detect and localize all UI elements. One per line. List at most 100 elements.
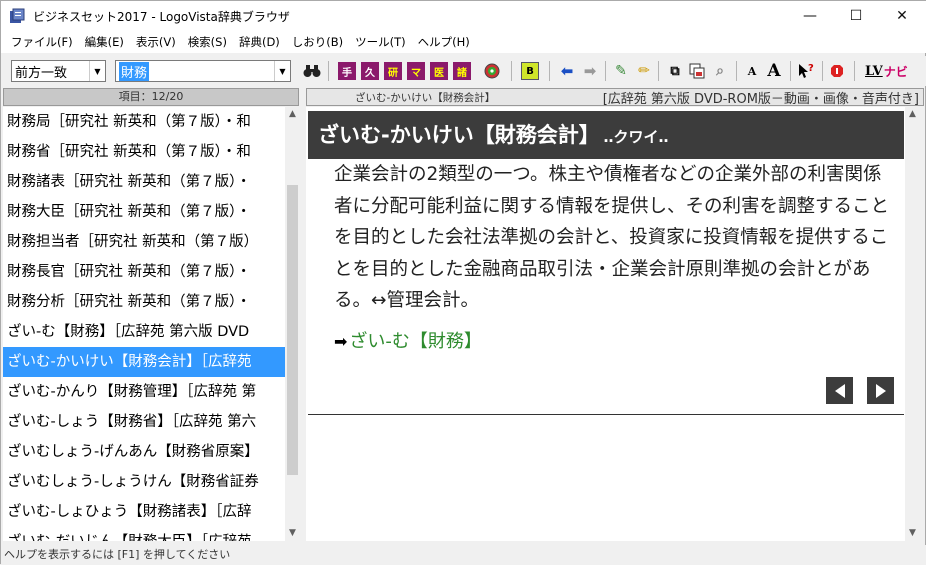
toolbar-separator — [854, 61, 855, 81]
scroll-down-icon[interactable]: ▼ — [905, 526, 920, 541]
list-item[interactable]: 財務分析［研究社 新英和（第７版）・ — [3, 287, 285, 317]
dictionary-label: [広辞苑 第六版 DVD-ROM版－動画・画像・音声付き] — [602, 92, 919, 107]
menu-bookmark[interactable]: しおり(B) — [286, 34, 349, 50]
menu-dictionary[interactable]: 辞典(D) — [233, 34, 286, 50]
headword: ざいむ-かいけい【財務会計】 — [318, 123, 600, 147]
list-item[interactable]: 財務担当者［研究社 新英和（第７版） — [3, 227, 285, 257]
maximize-icon: ☐ — [849, 8, 863, 24]
dict-button-6[interactable]: 諸 — [453, 62, 471, 80]
maximize-button[interactable]: ☐ — [833, 1, 879, 31]
dict-button-1[interactable]: 手 — [338, 62, 356, 80]
previous-entry-button[interactable] — [826, 377, 853, 404]
list-item[interactable]: 財務大臣［研究社 新英和（第７版）・ — [3, 197, 285, 227]
definition-text: 企業会計の2類型の一つ。株主や債権者などの企業外部の利害関係者に分配可能利益に関… — [334, 164, 890, 311]
copy-icon[interactable]: ⧉ — [666, 62, 684, 80]
minimize-icon: — — [803, 8, 817, 24]
headword-banner: ざいむ-かいけい【財務会計】 ‥クワイ‥ — [308, 111, 904, 159]
current-entry-label: ざいむ-かいけい【財務会計】 — [355, 92, 496, 104]
minimize-button[interactable]: — — [787, 1, 833, 31]
scroll-thumb[interactable] — [287, 185, 298, 475]
entry-content: ざいむ-かいけい【財務会計】 ‥クワイ‥ 企業会計の2類型の一つ。株主や債権者な… — [306, 107, 905, 541]
dict-button-5[interactable]: 医 — [430, 62, 448, 80]
close-button[interactable]: ✕ — [879, 1, 925, 31]
list-item[interactable]: ざいむ-だいじん【財務大臣】［広辞苑 — [3, 527, 285, 541]
list-item[interactable]: ざいむ-かんり【財務管理】［広辞苑 第 — [3, 377, 285, 407]
menu-file[interactable]: ファイル(F) — [5, 34, 79, 50]
binoculars-icon[interactable] — [303, 62, 321, 80]
search-mode-value: 前方一致 — [15, 65, 68, 81]
lv-label: LV — [865, 63, 883, 79]
content-scrollbar[interactable]: ▲ ▼ — [905, 107, 920, 541]
forward-arrow-icon[interactable]: ➡ — [581, 62, 599, 80]
triangle-left-icon — [834, 383, 845, 398]
close-icon: ✕ — [896, 8, 908, 24]
cross-reference-text: ざい-む【財務】 — [349, 331, 482, 352]
cross-reference-arrow-icon: ➡ — [334, 332, 348, 351]
status-bar: ヘルプを表示するには [F1] を押してください — [1, 545, 926, 565]
compass-icon[interactable] — [483, 62, 501, 80]
font-large-button[interactable]: A — [765, 61, 783, 81]
list-item[interactable]: 財務省［研究社 新英和（第７版）・和 — [3, 137, 285, 167]
scroll-down-icon[interactable]: ▼ — [285, 526, 300, 541]
toolbar: 前方一致 ▼ 財務 ▼ 手 久 研 マ 医 諸 B ⬅ ➡ ✎ ✏ ⧉ ⌕ A … — [1, 56, 926, 86]
toolbar-separator — [328, 61, 329, 81]
content-divider — [308, 414, 904, 415]
list-item[interactable]: ざいむ-かいけい【財務会計】［広辞苑 — [3, 347, 285, 377]
list-item[interactable]: ざいむしょう-げんあん【財務省原案】 — [3, 437, 285, 467]
chevron-down-icon[interactable]: ▼ — [274, 61, 290, 81]
menu-help[interactable]: ヘルプ(H) — [412, 34, 476, 50]
item-count-header: 項目：12/20 — [3, 88, 299, 106]
dict-button-2[interactable]: 久 — [361, 62, 379, 80]
list-item[interactable]: ざい-む【財務】［広辞苑 第六版 DVD — [3, 317, 285, 347]
entry-list-scrollbar[interactable]: ▲ ▼ — [285, 107, 300, 541]
scroll-up-icon[interactable]: ▲ — [285, 107, 300, 122]
menu-bar: ファイル(F) 編集(E) 表示(V) 検索(S) 辞典(D) しおり(B) ツ… — [1, 31, 926, 53]
list-item[interactable]: ざいむ-しょひょう【財務諸表】［広辞 — [3, 497, 285, 527]
dict-button-4[interactable]: マ — [407, 62, 425, 80]
toolbar-separator — [658, 61, 659, 81]
menu-search[interactable]: 検索(S) — [182, 34, 233, 50]
app-icon — [10, 8, 25, 23]
pencil-icon[interactable]: ✎ — [612, 62, 630, 80]
b-button[interactable]: B — [521, 62, 539, 80]
list-item[interactable]: ざいむしょう-しょうけん【財務省証券 — [3, 467, 285, 497]
cross-reference-link[interactable]: ➡ ざい-む【財務】 — [334, 327, 482, 353]
list-item[interactable]: 財務長官［研究社 新英和（第７版）・ — [3, 257, 285, 287]
entry-header-bar: ざいむ-かいけい【財務会計】 [広辞苑 第六版 DVD-ROM版－動画・画像・音… — [306, 88, 924, 107]
back-arrow-icon[interactable]: ⬅ — [558, 62, 576, 80]
triangle-right-icon — [875, 383, 886, 398]
stop-icon[interactable] — [828, 62, 846, 80]
menu-view[interactable]: 表示(V) — [130, 34, 182, 50]
headword-reading: ‥クワイ‥ — [603, 128, 669, 146]
toolbar-separator — [822, 61, 823, 81]
search-input-value: 財務 — [119, 61, 150, 81]
zoom-icon[interactable]: ⌕ — [711, 62, 729, 80]
image-copy-icon[interactable] — [688, 62, 706, 80]
help-pointer-icon[interactable]: ? — [797, 62, 815, 80]
font-small-button[interactable]: A — [743, 62, 761, 80]
toolbar-separator — [549, 61, 550, 81]
dict-button-3[interactable]: 研 — [384, 62, 402, 80]
scroll-up-icon[interactable]: ▲ — [905, 107, 920, 122]
list-item[interactable]: 財務諸表［研究社 新英和（第７版）・ — [3, 167, 285, 197]
highlighter-icon[interactable]: ✏ — [635, 62, 653, 80]
menu-tools[interactable]: ツール(T) — [349, 34, 412, 50]
list-item[interactable]: 財務局［研究社 新英和（第７版）・和 — [3, 107, 285, 137]
menu-edit[interactable]: 編集(E) — [79, 34, 130, 50]
svg-text:?: ? — [808, 63, 814, 74]
next-entry-button[interactable] — [867, 377, 894, 404]
toolbar-separator — [736, 61, 737, 81]
toolbar-separator — [790, 61, 791, 81]
search-mode-select[interactable]: 前方一致 ▼ — [11, 60, 106, 82]
entry-list: 財務局［研究社 新英和（第７版）・和 財務省［研究社 新英和（第７版）・和 財務諸表… — [3, 107, 285, 541]
list-item[interactable]: ざいむ-しょう【財務省】［広辞苑 第六 — [3, 407, 285, 437]
lv-navi-button[interactable]: LV ナビ — [865, 60, 908, 82]
app-window: ビジネスセット2017 - LogoVista辞典ブラウザ — ☐ ✕ ファイル… — [0, 0, 926, 565]
search-input[interactable]: 財務 ▼ — [115, 60, 291, 82]
window-title: ビジネスセット2017 - LogoVista辞典ブラウザ — [33, 10, 290, 24]
toolbar-separator — [511, 61, 512, 81]
toolbar-separator — [605, 61, 606, 81]
title-bar: ビジネスセット2017 - LogoVista辞典ブラウザ — ☐ ✕ — [1, 1, 926, 31]
navi-label: ナビ — [883, 64, 908, 79]
chevron-down-icon[interactable]: ▼ — [89, 61, 105, 81]
